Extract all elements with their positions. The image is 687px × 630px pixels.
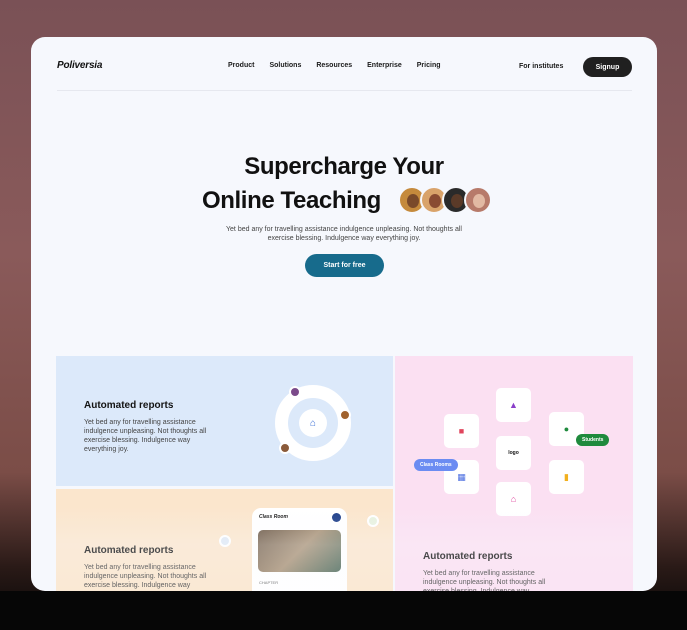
nav-divider bbox=[57, 90, 632, 91]
menu-item-pricing[interactable]: Pricing bbox=[417, 62, 441, 69]
card-title: Automated reports bbox=[423, 551, 513, 562]
menu-item-resources[interactable]: Resources bbox=[316, 62, 352, 69]
avatar bbox=[339, 409, 351, 421]
hero-subtitle: Yet bed any for travelling assistance in… bbox=[226, 226, 462, 242]
card-title: Automated reports bbox=[84, 545, 174, 556]
drive-icon bbox=[219, 535, 231, 547]
avatar bbox=[279, 442, 291, 454]
home-icon: ⌂ bbox=[496, 482, 531, 516]
for-institutes-link[interactable]: For institutes bbox=[519, 63, 563, 70]
app-window: Poliversia Product Solutions Resources E… bbox=[31, 37, 657, 591]
top-nav: Poliversia Product Solutions Resources E… bbox=[31, 37, 657, 91]
hero-title-line2: Online Teaching bbox=[202, 187, 381, 214]
hero-title-line1: Supercharge Your bbox=[244, 153, 444, 180]
automated-reports-card-2: ▲ ■ ● logo ▦ ▮ ⌂ Class Rooms Students Au… bbox=[395, 356, 633, 591]
community-icon: ▲ bbox=[496, 388, 531, 422]
card-description: Yet bed any for travelling assistance in… bbox=[84, 419, 207, 453]
main-menu: Product Solutions Resources Enterprise P… bbox=[228, 62, 441, 69]
teacher-avatars bbox=[398, 186, 492, 214]
card-description: Yet bed any for travelling assistance in… bbox=[423, 570, 546, 591]
automated-reports-card-1: Automated reports Yet bed any for travel… bbox=[56, 356, 393, 486]
students-pill: Students bbox=[576, 434, 610, 446]
phone-caption: CHAPTER bbox=[259, 580, 279, 585]
home-icon: ⌂ bbox=[299, 409, 327, 437]
classroom-phone-mockup: Class Room CHAPTER bbox=[252, 508, 347, 591]
menu-item-solutions[interactable]: Solutions bbox=[269, 62, 301, 69]
signup-button[interactable]: Signup bbox=[583, 57, 632, 77]
start-for-free-button[interactable]: Start for free bbox=[305, 254, 384, 277]
phone-title: Class Room bbox=[259, 514, 288, 520]
classrooms-pill: Class Rooms bbox=[414, 459, 458, 471]
menu-item-enterprise[interactable]: Enterprise bbox=[367, 62, 402, 69]
bottom-bar bbox=[0, 591, 687, 630]
chat-icon: ■ bbox=[444, 414, 479, 448]
info-icon bbox=[332, 513, 341, 522]
chart-icon: ▮ bbox=[549, 460, 584, 494]
card-title: Automated reports bbox=[84, 400, 174, 411]
automated-reports-card-3: Automated reports Yet bed any for travel… bbox=[56, 489, 393, 591]
avatar bbox=[289, 386, 301, 398]
classroom-image bbox=[258, 530, 341, 572]
menu-item-product[interactable]: Product bbox=[228, 62, 254, 69]
avatar bbox=[464, 186, 492, 214]
logo-tile: logo bbox=[496, 436, 531, 470]
brand-logo[interactable]: Poliversia bbox=[57, 60, 102, 71]
card-description: Yet bed any for travelling assistance in… bbox=[84, 564, 207, 589]
meet-icon bbox=[367, 515, 379, 527]
